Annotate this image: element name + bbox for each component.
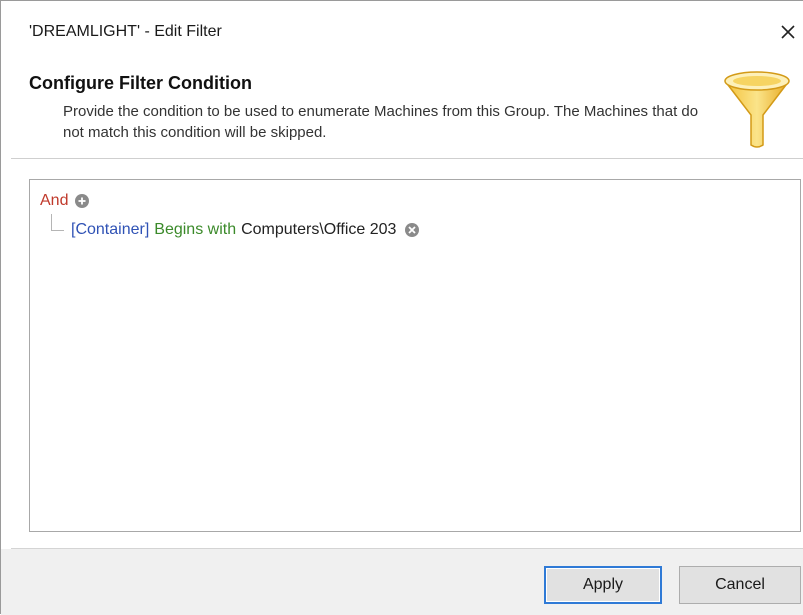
header-description: Provide the condition to be used to enum… [63,103,699,141]
tree-connector-vertical [51,214,52,230]
dialog-footer: Apply Cancel [1,549,803,615]
title-bar: 'DREAMLIGHT' - Edit Filter [1,1,803,61]
operator-label[interactable]: And [40,192,68,210]
edit-filter-dialog: 'DREAMLIGHT' - Edit Filter Configure Fil… [0,0,803,615]
add-condition-icon[interactable] [75,194,90,208]
cancel-button[interactable]: Cancel [679,566,801,604]
condition-value[interactable]: Computers\Office 203 [241,221,396,239]
remove-condition-icon[interactable] [405,223,420,237]
condition-field[interactable]: [Container] [71,221,149,239]
window-title: 'DREAMLIGHT' - Edit Filter [29,23,222,40]
close-icon [781,25,795,39]
header-divider [11,158,803,159]
header-title: Configure Filter Condition [29,73,252,93]
filter-tree[interactable]: And [Container] Begins with Computers\Of… [29,179,801,532]
apply-button[interactable]: Apply [544,566,662,604]
condition-row: [Container] Begins with Computers\Office… [71,219,420,241]
funnel-icon [724,71,790,148]
dialog-header: Configure Filter Condition Provide the c… [1,61,803,159]
tree-connector-horizontal [51,230,64,231]
close-button[interactable] [771,15,803,49]
condition-comparison[interactable]: Begins with [154,221,236,239]
operator-node: And [40,190,90,212]
